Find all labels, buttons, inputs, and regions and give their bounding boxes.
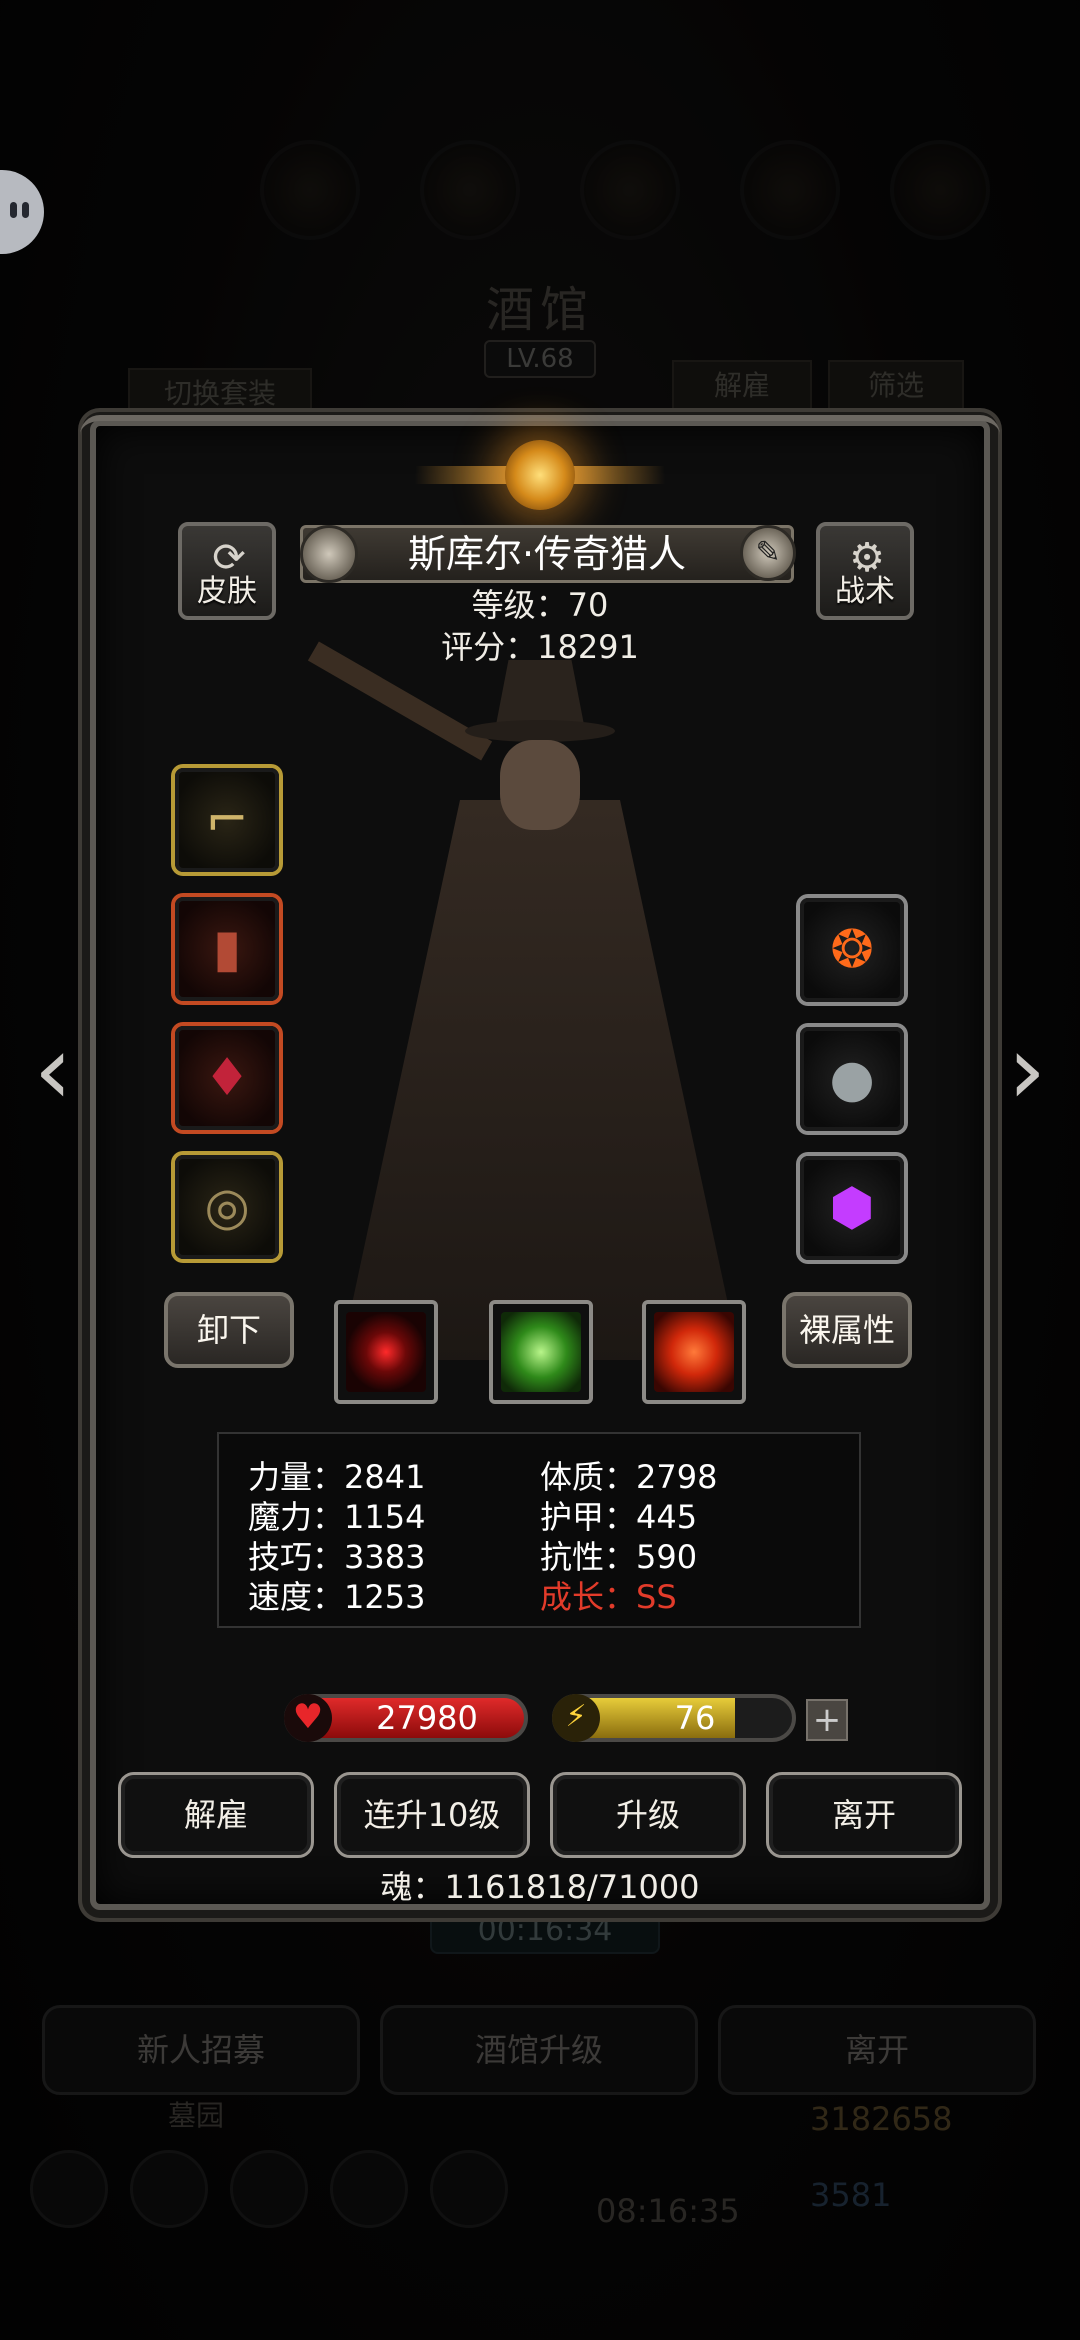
face-shape — [500, 740, 580, 830]
unequip-button[interactable]: 卸下 — [164, 1292, 294, 1368]
target-skill-icon — [346, 1312, 426, 1392]
coat-shape — [340, 800, 740, 1360]
add-energy-button[interactable]: + — [806, 1699, 848, 1741]
level-up-10-button[interactable]: 连升10级 — [334, 1772, 530, 1858]
level-up-button[interactable]: 升级 — [550, 1772, 746, 1858]
skill-slot-poison[interactable] — [489, 1300, 593, 1404]
heal-cross-icon — [654, 1312, 734, 1392]
edit-name-icon[interactable]: ✎ — [740, 525, 796, 581]
hat-brim-shape — [465, 720, 615, 742]
soul-counter: 魂：1161818/71000 — [380, 1868, 700, 1906]
stat-speed: 速度：1253 — [248, 1578, 426, 1616]
equip-slot-armor[interactable]: ▮ — [175, 897, 279, 1001]
crest-emblem-icon — [505, 440, 575, 510]
dismiss-button[interactable]: 解雇 — [118, 1772, 314, 1858]
hp-value: 27980 — [376, 1699, 478, 1737]
equip-slot-amulet[interactable]: ♦ — [175, 1026, 279, 1130]
skill-slot-heal[interactable] — [642, 1300, 746, 1404]
chat-eye-icon — [22, 202, 29, 218]
hero-portrait — [300, 641, 780, 1410]
prev-hero-arrow-icon[interactable]: ‹ — [18, 1020, 88, 1120]
amulet-icon: ♦ — [203, 1048, 251, 1108]
rifle-shape — [307, 641, 493, 761]
fire-rune-icon: ❂ — [830, 920, 874, 980]
leave-button[interactable]: 离开 — [766, 1772, 962, 1858]
hero-name: 斯库尔·传奇猎人 — [407, 532, 687, 576]
equip-slot-stone[interactable]: ● — [800, 1027, 904, 1131]
equip-slot-gem[interactable]: ⬢ — [800, 1156, 904, 1260]
pistol-icon: ⌐ — [205, 790, 249, 850]
equip-slot-fire-rune[interactable]: ❂ — [800, 898, 904, 1002]
stone-icon: ● — [829, 1049, 875, 1109]
ring-icon: ◎ — [204, 1177, 250, 1237]
chat-eye-icon — [10, 202, 17, 218]
gauntlet-icon: ▮ — [212, 919, 242, 979]
naked-attributes-button[interactable]: 裸属性 — [782, 1292, 912, 1368]
energy-value: 76 — [674, 1699, 716, 1737]
next-hero-arrow-icon[interactable]: › — [992, 1020, 1062, 1120]
equip-slot-ring[interactable]: ◎ — [175, 1155, 279, 1259]
equip-slot-weapon[interactable]: ⌐ — [175, 768, 279, 872]
lightning-icon: ⚡ — [552, 1694, 600, 1742]
poison-skull-icon — [501, 1312, 581, 1392]
purple-gem-icon: ⬢ — [829, 1178, 875, 1238]
stat-growth: 成长：SS — [540, 1578, 677, 1616]
hero-level: 等级：70 — [471, 586, 609, 624]
skill-slot-target[interactable] — [334, 1300, 438, 1404]
heart-icon: ♥ — [284, 1694, 332, 1742]
